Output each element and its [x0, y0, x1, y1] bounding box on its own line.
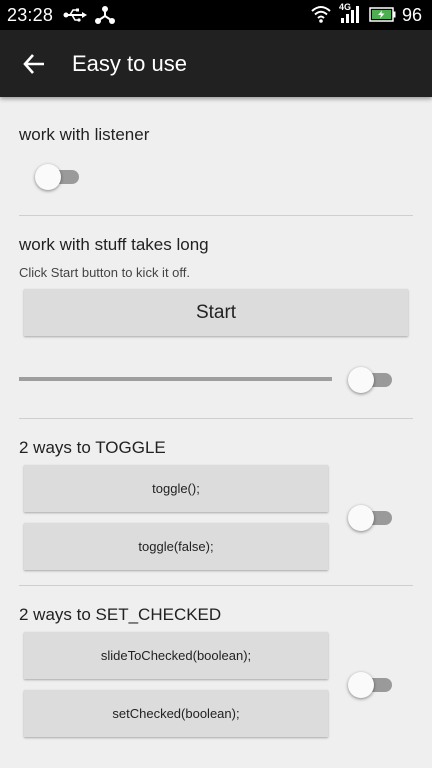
signal-icon: [341, 6, 359, 23]
status-time: 23:28: [7, 5, 54, 25]
switch-thumb: [348, 505, 374, 531]
app-bar: Easy to use: [0, 30, 432, 97]
toggle-false-button[interactable]: toggle(false);: [24, 523, 328, 570]
progress-bar: [19, 377, 332, 381]
arrow-left-icon[interactable]: [22, 52, 46, 76]
start-button[interactable]: Start: [24, 289, 408, 336]
toggle-button[interactable]: toggle();: [24, 465, 328, 512]
battery-percent: 96: [402, 5, 423, 25]
divider: [19, 215, 413, 216]
listener-switch[interactable]: [35, 164, 81, 190]
section-title-listener: work with listener: [19, 125, 150, 144]
page-title: Easy to use: [72, 51, 187, 76]
section-title-toggle: 2 ways to TOGGLE: [19, 438, 166, 457]
usb-icon: [63, 8, 87, 22]
battery-icon: [369, 7, 396, 22]
switch-thumb: [348, 367, 374, 393]
section-title-set-checked: 2 ways to SET_CHECKED: [19, 605, 222, 624]
divider: [19, 418, 413, 419]
section-title-long: work with stuff takes long: [19, 235, 209, 254]
set-checked-button[interactable]: setChecked(boolean);: [24, 690, 328, 737]
divider: [19, 585, 413, 586]
switch-thumb: [35, 164, 61, 190]
start-hint: Click Start button to kick it off.: [19, 265, 190, 280]
wifi-icon: [311, 6, 331, 23]
slide-to-checked-button[interactable]: slideToChecked(boolean);: [24, 632, 328, 679]
toggle-switch[interactable]: [348, 505, 394, 531]
status-bar: 23:28 4G 96: [0, 0, 432, 30]
long-task-switch[interactable]: [348, 367, 394, 393]
switch-thumb: [348, 672, 374, 698]
share-icon: [95, 6, 115, 24]
set-checked-switch[interactable]: [348, 672, 394, 698]
